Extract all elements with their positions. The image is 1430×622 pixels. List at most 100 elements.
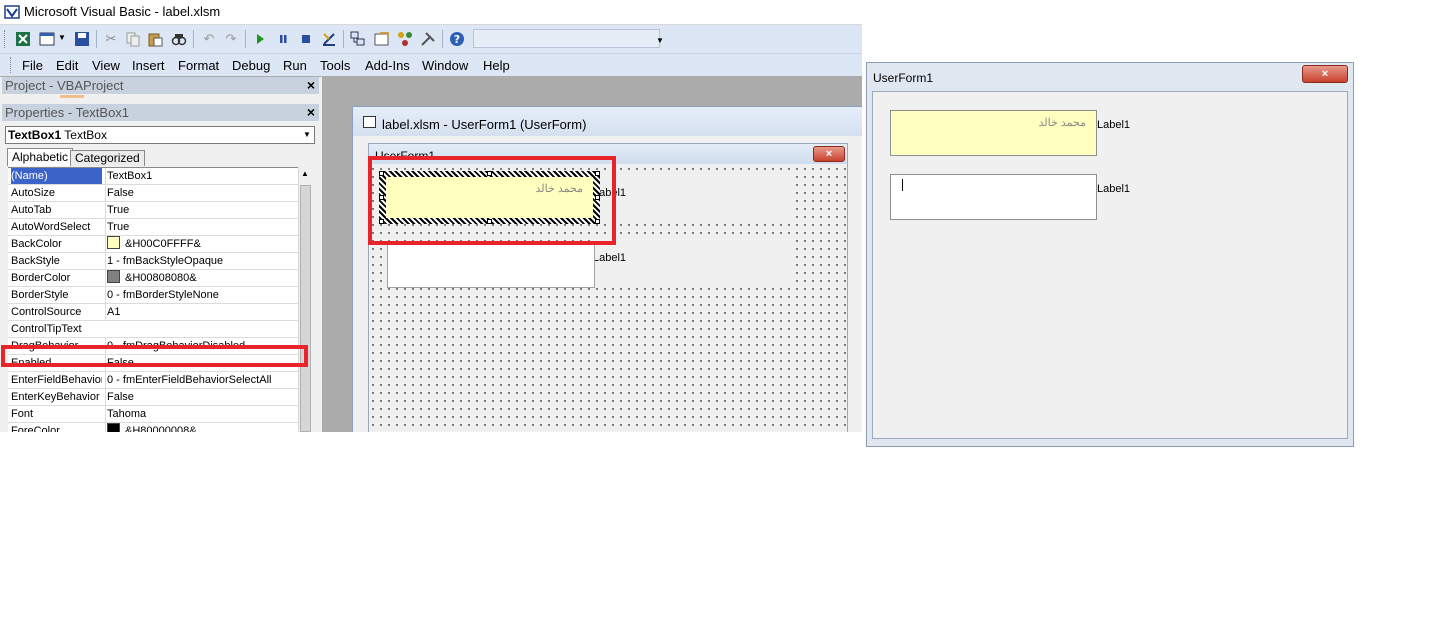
- menu-edit[interactable]: Edit: [56, 58, 78, 73]
- property-value[interactable]: True: [105, 219, 298, 235]
- properties-window-icon[interactable]: [374, 31, 390, 47]
- insert-userform-icon[interactable]: [39, 31, 55, 47]
- color-swatch: [107, 423, 120, 432]
- scroll-up-icon[interactable]: ▲: [301, 169, 309, 178]
- property-value-text: True: [107, 221, 130, 233]
- menu-add-ins[interactable]: Add-Ins: [365, 58, 410, 73]
- copy-icon[interactable]: [125, 31, 141, 47]
- property-value[interactable]: &H80000008&: [105, 423, 298, 432]
- property-row[interactable]: Font Tahoma: [8, 406, 298, 423]
- break-icon[interactable]: [275, 31, 291, 47]
- close-icon[interactable]: ×: [813, 146, 845, 162]
- left-dock: Project - VBAProject × Properties - Text…: [0, 77, 322, 432]
- properties-panel-header[interactable]: Properties - TextBox1 ×: [2, 104, 319, 121]
- property-value[interactable]: 0 - fmEnterFieldBehaviorSelectAll: [105, 372, 298, 388]
- property-row[interactable]: AutoWordSelect True: [8, 219, 298, 236]
- property-value[interactable]: Tahoma: [105, 406, 298, 422]
- menu-format[interactable]: Format: [178, 58, 219, 73]
- project-panel-title: Project - VBAProject: [5, 78, 124, 93]
- close-icon[interactable]: ×: [1302, 65, 1348, 83]
- color-swatch: [107, 236, 120, 249]
- property-value[interactable]: False: [105, 389, 298, 405]
- property-row[interactable]: BorderStyle 0 - fmBorderStyleNone: [8, 287, 298, 304]
- property-row[interactable]: AutoSize False: [8, 185, 298, 202]
- properties-panel-title: Properties - TextBox1: [5, 105, 130, 120]
- property-value[interactable]: A1: [105, 304, 298, 320]
- property-row[interactable]: ControlSource A1: [8, 304, 298, 321]
- property-row[interactable]: EnterKeyBehavior False: [8, 389, 298, 406]
- menu-run[interactable]: Run: [283, 58, 307, 73]
- property-value[interactable]: 1 - fmBackStyleOpaque: [105, 253, 298, 269]
- label1-bottom[interactable]: Label1: [593, 252, 626, 264]
- property-row[interactable]: EnterFieldBehavior 0 - fmEnterFieldBehavi…: [8, 372, 298, 389]
- toolbar-separator: [245, 30, 246, 48]
- close-icon[interactable]: ×: [307, 77, 315, 94]
- menu-view[interactable]: View: [92, 58, 120, 73]
- property-value-text: False: [107, 391, 134, 403]
- property-row[interactable]: AutoTab True: [8, 202, 298, 219]
- object-browser-icon[interactable]: [397, 31, 413, 47]
- save-icon[interactable]: [74, 31, 90, 47]
- property-value[interactable]: &H00808080&: [105, 270, 298, 286]
- color-swatch: [107, 270, 120, 283]
- project-panel-header[interactable]: Project - VBAProject ×: [2, 77, 319, 94]
- property-row[interactable]: BackColor &H00C0FFFF&: [8, 236, 298, 253]
- designer-window-caption[interactable]: label.xlsm - UserForm1 (UserForm): [353, 107, 862, 136]
- close-icon[interactable]: ×: [307, 104, 315, 121]
- toolbar-separator: [442, 30, 443, 48]
- toolbar-options-icon[interactable]: ▼: [656, 36, 664, 45]
- scrollbar-thumb[interactable]: [300, 185, 311, 432]
- location-combo[interactable]: [473, 29, 660, 48]
- property-grid-scrollbar[interactable]: ▲: [298, 167, 313, 432]
- object-selector[interactable]: TextBox1 TextBox ▼: [5, 126, 315, 144]
- tab-alphabetic[interactable]: Alphabetic: [7, 148, 74, 166]
- help-icon[interactable]: ?: [449, 31, 465, 47]
- property-row[interactable]: BorderColor &H00808080&: [8, 270, 298, 287]
- property-value[interactable]: TextBox1: [105, 168, 298, 184]
- textbox2-runtime[interactable]: [890, 174, 1097, 220]
- menu-insert[interactable]: Insert: [132, 58, 165, 73]
- menu-help[interactable]: Help: [483, 58, 510, 73]
- menu-debug[interactable]: Debug: [232, 58, 270, 73]
- property-grid: (Name) TextBox1 AutoSize False AutoTab True Au…: [8, 167, 298, 432]
- property-value-text: &H00C0FFFF&: [125, 238, 201, 250]
- toolbar-grip[interactable]: [4, 30, 8, 48]
- excel-icon[interactable]: [15, 31, 31, 47]
- runtime-userform: UserForm1 × محمد خالد Label1 Label1: [866, 62, 1354, 447]
- reset-icon[interactable]: [298, 31, 314, 47]
- property-value[interactable]: True: [105, 202, 298, 218]
- chevron-down-icon[interactable]: ▼: [301, 127, 313, 143]
- menu-tools[interactable]: Tools: [320, 58, 350, 73]
- textbox1-runtime: محمد خالد: [890, 110, 1097, 156]
- toolbox-icon[interactable]: [420, 31, 436, 47]
- property-value-text: 0 - fmBorderStyleNone: [107, 289, 219, 301]
- property-value[interactable]: &H00C0FFFF&: [105, 236, 298, 252]
- property-value-text: Tahoma: [107, 408, 147, 420]
- menubar-grip[interactable]: [10, 57, 14, 73]
- find-icon[interactable]: [171, 31, 187, 47]
- property-row[interactable]: ForeColor &H80000008&: [8, 423, 298, 432]
- property-row[interactable]: (Name) TextBox1: [8, 168, 298, 185]
- chevron-down-icon[interactable]: ▼: [58, 33, 66, 42]
- menu-file[interactable]: File: [22, 58, 43, 73]
- tab-categorized[interactable]: Categorized: [70, 150, 145, 166]
- run-icon[interactable]: [252, 31, 268, 47]
- textbox2-design[interactable]: [387, 242, 595, 288]
- property-name: AutoSize: [11, 187, 56, 199]
- project-explorer-icon[interactable]: [350, 31, 366, 47]
- property-value[interactable]: False: [105, 185, 298, 201]
- undo-icon[interactable]: ↶: [201, 31, 217, 47]
- property-value[interactable]: 0 - fmBorderStyleNone: [105, 287, 298, 303]
- label1-bottom-runtime: Label1: [1097, 183, 1131, 195]
- property-row[interactable]: ControlTipText: [8, 321, 298, 338]
- title-bar: Microsoft Visual Basic - label.xlsm: [0, 0, 862, 25]
- property-name: ControlSource: [11, 306, 82, 318]
- userform-icon: [363, 116, 376, 128]
- property-value-text: 1 - fmBackStyleOpaque: [107, 255, 224, 267]
- design-mode-icon[interactable]: [321, 31, 337, 47]
- paste-icon[interactable]: [147, 31, 163, 47]
- cut-icon[interactable]: ✂: [103, 31, 119, 47]
- redo-icon[interactable]: ↷: [223, 31, 239, 47]
- property-row[interactable]: BackStyle 1 - fmBackStyleOpaque: [8, 253, 298, 270]
- menu-window[interactable]: Window: [422, 58, 468, 73]
